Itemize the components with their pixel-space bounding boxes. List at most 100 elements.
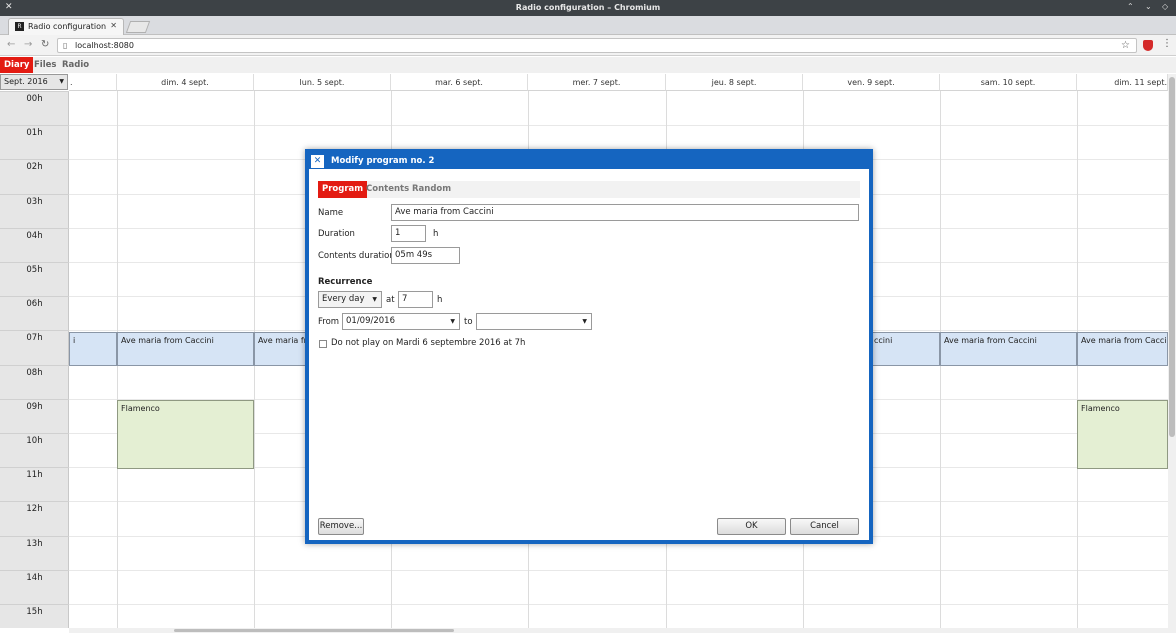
hour-label: 10h: [0, 433, 69, 467]
tab-random[interactable]: Random: [412, 181, 451, 198]
day-header-mon5: lun. 5 sept.: [254, 74, 391, 91]
hour-label: 12h: [0, 501, 69, 535]
day-header-tue6: mar. 6 sept.: [391, 74, 528, 91]
window-minimize-icon[interactable]: ⌄: [1145, 2, 1152, 11]
event-label: Ave maria from Cacci: [1081, 336, 1167, 345]
modify-program-dialog: ✕ Modify program no. 2 Program Contents …: [305, 149, 873, 544]
hour-label: 11h: [0, 467, 69, 501]
browser-menu-icon[interactable]: ⋮: [1162, 38, 1172, 49]
duration-unit: h: [433, 229, 439, 239]
chevron-down-icon: ▼: [59, 78, 64, 85]
chevron-down-icon: ▼: [582, 318, 587, 325]
cancel-button[interactable]: Cancel: [790, 518, 859, 535]
event-label: i: [73, 336, 76, 345]
dialog-title-text: Modify program no. 2: [331, 156, 435, 166]
day-header-sun11: dim. 11 sept.: [1077, 74, 1168, 91]
window-collapse-icon[interactable]: ⌃: [1127, 2, 1134, 11]
hour-gridline: [69, 604, 1168, 605]
address-url[interactable]: localhost:8080: [75, 41, 134, 50]
chevron-down-icon: ▼: [450, 318, 455, 325]
remove-button[interactable]: Remove...: [318, 518, 364, 535]
tab-program[interactable]: Program: [318, 181, 368, 198]
dialog-tabs: Program Contents Random: [318, 181, 860, 198]
hour-label: 02h: [0, 159, 69, 193]
tab-contents[interactable]: Contents: [366, 181, 409, 198]
from-label: From: [318, 317, 340, 327]
event-ave-maria-sun11[interactable]: Ave maria from Cacci: [1077, 332, 1168, 366]
window-maximize-icon[interactable]: ◇: [1162, 2, 1168, 11]
tab-close-icon[interactable]: ✕: [110, 21, 117, 30]
event-ave-maria-partial[interactable]: i: [69, 332, 117, 366]
forward-icon[interactable]: →: [24, 39, 32, 50]
event-flamenco-sun11[interactable]: Flamenco: [1077, 400, 1168, 469]
hour-gridline: [69, 125, 1168, 126]
day-header-fri9: ven. 9 sept.: [803, 74, 940, 91]
day-header-thu8: jeu. 8 sept.: [666, 74, 803, 91]
recurrence-select[interactable]: Every day ▼: [318, 291, 382, 308]
close-icon[interactable]: ✕: [311, 155, 324, 168]
browser-tab[interactable]: R Radio configuration ✕: [8, 18, 124, 35]
skip-date-label: Do not play on Mardi 6 septembre 2016 at…: [331, 338, 526, 348]
hour-label: 07h: [0, 330, 69, 364]
to-date-select[interactable]: ▼: [476, 313, 592, 330]
new-tab-button[interactable]: [125, 21, 151, 33]
event-ave-maria-sun4[interactable]: Ave maria from Caccini: [117, 332, 254, 366]
address-bar[interactable]: ▯ localhost:8080 ☆: [57, 38, 1137, 53]
reload-icon[interactable]: ↻: [41, 39, 49, 50]
contents-duration-label: Contents duration: [318, 251, 395, 261]
month-select[interactable]: Sept. 2016 ▼: [0, 74, 68, 90]
hour-gridline: [69, 570, 1168, 571]
hour-label: 01h: [0, 125, 69, 159]
hour-label: 03h: [0, 193, 69, 228]
day-header-wed7: mer. 7 sept.: [528, 74, 666, 91]
ublock-extension-icon[interactable]: [1143, 40, 1153, 51]
duration-field[interactable]: 1: [391, 225, 426, 242]
hour-label: 14h: [0, 569, 69, 604]
event-flamenco-sun4[interactable]: Flamenco: [117, 400, 254, 469]
scrollbar-thumb[interactable]: [174, 629, 454, 632]
event-label: Ave maria from Caccini: [121, 336, 214, 345]
chevron-down-icon: ▼: [372, 296, 377, 303]
event-label: Flamenco: [1081, 404, 1120, 413]
recurrence-select-value: Every day: [322, 294, 365, 304]
day-header-sun4: dim. 4 sept.: [117, 74, 254, 91]
at-hour-field[interactable]: 7: [398, 291, 433, 308]
menu-files[interactable]: Files: [34, 57, 56, 73]
hour-label: 15h: [0, 604, 69, 628]
menu-diary[interactable]: Diary: [0, 57, 34, 73]
event-label: Ave maria from Caccini: [944, 336, 1037, 345]
ok-button[interactable]: OK: [717, 518, 786, 535]
menu-radio[interactable]: Radio: [62, 57, 89, 73]
scrollbar-thumb[interactable]: [1169, 77, 1175, 437]
event-label: Ave maria fr: [258, 336, 307, 345]
tab-title: Radio configuration: [28, 22, 107, 31]
window-title: Radio configuration – Chromium: [515, 3, 661, 12]
page-info-icon[interactable]: ▯: [63, 41, 67, 50]
hour-label: 13h: [0, 535, 69, 570]
contents-duration-field: 05m 49s: [391, 247, 460, 264]
vertical-scrollbar[interactable]: [1168, 74, 1176, 633]
name-field[interactable]: Ave maria from Caccini: [391, 204, 859, 221]
dialog-title: ✕ Modify program no. 2: [309, 153, 869, 169]
hour-column: 00h 01h 02h 03h 04h 05h 06h 07h 08h 09h …: [0, 91, 69, 628]
hour-label: 00h: [0, 91, 69, 125]
skip-date-checkbox[interactable]: [319, 340, 327, 348]
from-date-value: 01/09/2016: [346, 316, 395, 326]
bookmark-star-icon[interactable]: ☆: [1121, 40, 1130, 51]
at-label: at: [386, 295, 395, 305]
hour-label: 06h: [0, 296, 69, 330]
from-date-select[interactable]: 01/09/2016 ▼: [342, 313, 460, 330]
window-titlebar: ✕ Radio configuration – Chromium ⌃ ⌄ ◇: [0, 0, 1176, 16]
month-select-value: Sept. 2016: [4, 77, 48, 86]
name-label: Name: [318, 208, 344, 218]
hour-label: 09h: [0, 398, 69, 433]
event-ave-maria-sat10[interactable]: Ave maria from Caccini: [940, 332, 1077, 366]
tab-strip: R Radio configuration ✕: [0, 16, 1176, 35]
day-header-sat10: sam. 10 sept.: [940, 74, 1077, 91]
browser-toolbar: ← → ↻ ▯ localhost:8080 ☆: [0, 35, 1176, 56]
duration-label: Duration: [318, 229, 355, 239]
horizontal-scrollbar[interactable]: [69, 628, 1168, 633]
at-unit: h: [437, 295, 443, 305]
to-label: to: [464, 317, 473, 327]
back-icon[interactable]: ←: [7, 39, 15, 50]
